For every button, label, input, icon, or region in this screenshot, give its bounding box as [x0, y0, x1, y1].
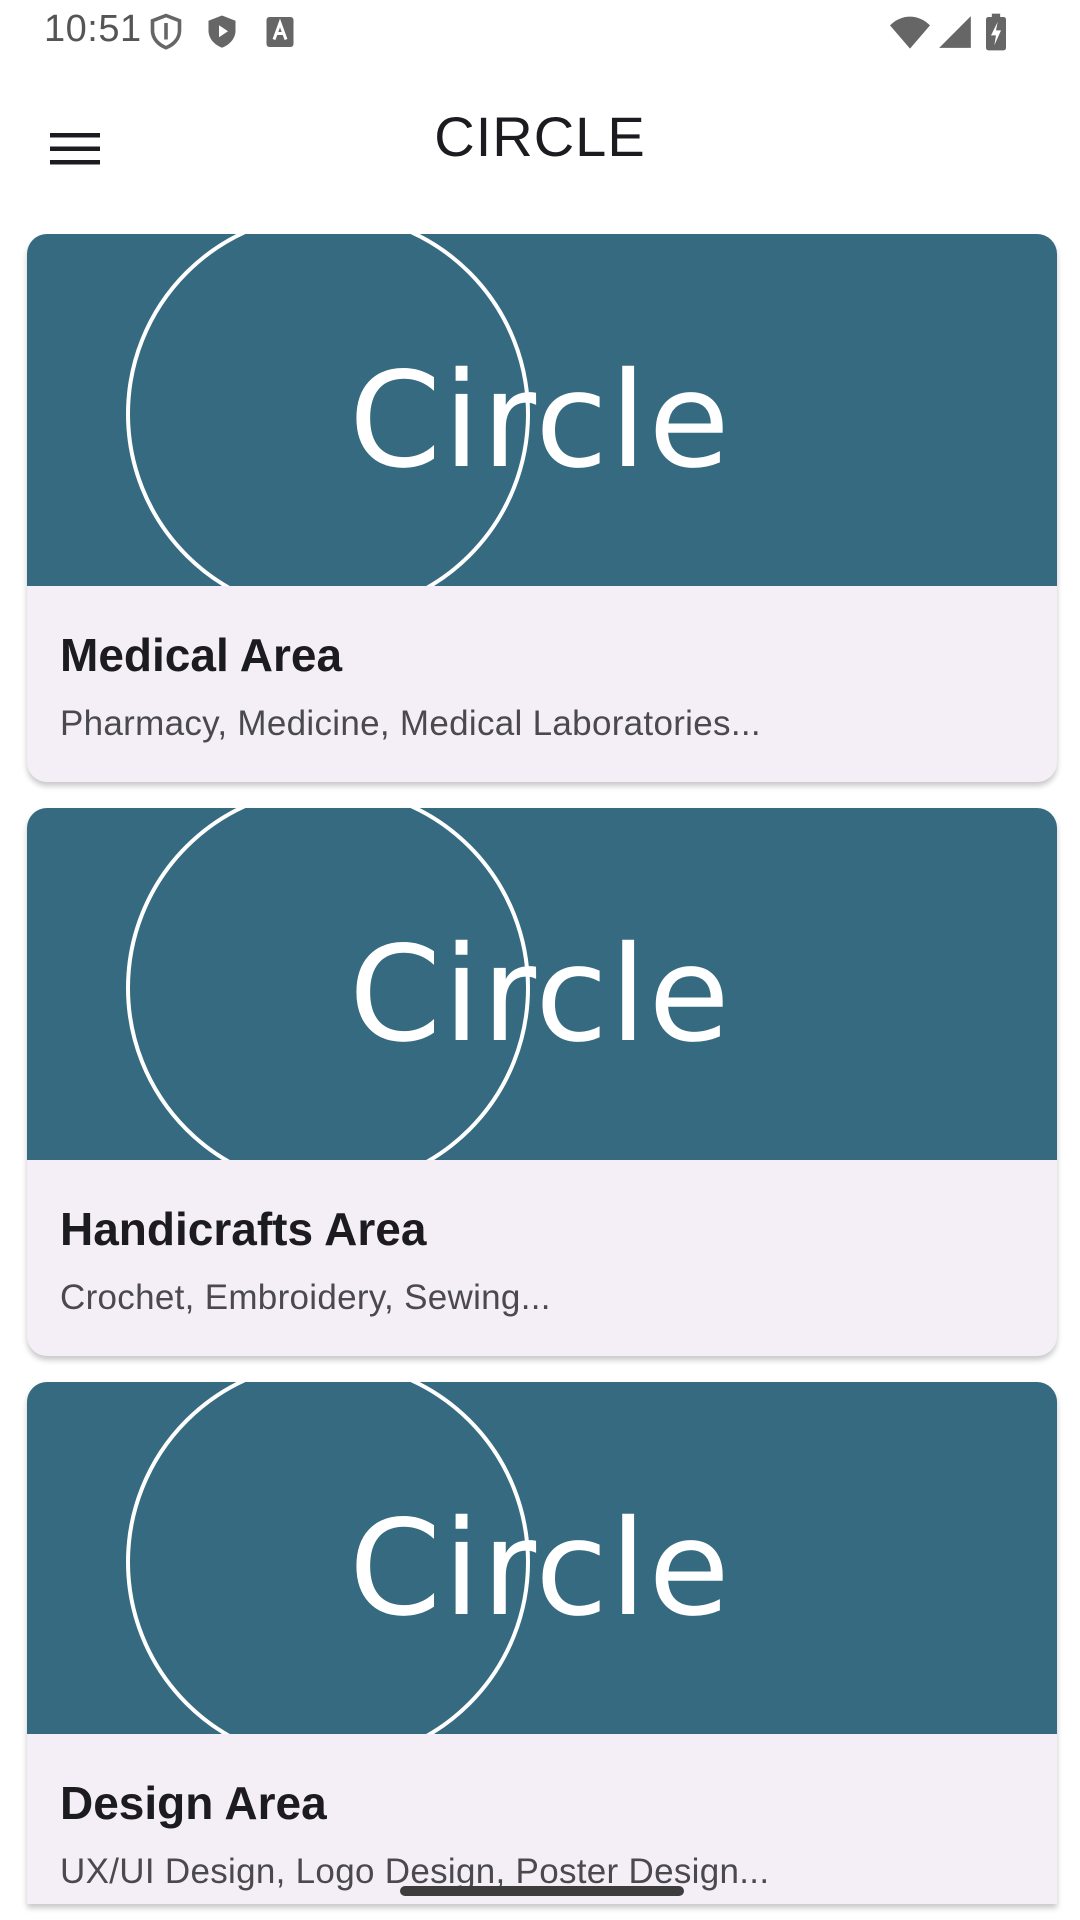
category-card-medical[interactable]: Circle Medical Area Pharmacy, Medicine, …	[27, 234, 1057, 782]
card-title: Design Area	[60, 1777, 327, 1829]
card-image: Circle	[27, 808, 1057, 1160]
shield-outline-icon	[150, 13, 182, 50]
logo-text: Circle	[349, 1492, 732, 1646]
wifi-icon	[890, 16, 930, 49]
card-subtitle: Crochet, Embroidery, Sewing...	[60, 1278, 551, 1317]
battery-charging-icon	[986, 13, 1006, 51]
card-subtitle: Pharmacy, Medicine, Medical Laboratories…	[60, 704, 761, 743]
card-image: Circle	[27, 234, 1057, 586]
status-bar: 10:51	[0, 0, 1080, 64]
circle-logo: Circle	[126, 1382, 732, 1734]
logo-text: Circle	[349, 918, 732, 1072]
card-title: Handicrafts Area	[60, 1203, 427, 1255]
circle-logo: Circle	[126, 234, 732, 586]
status-time: 10:51	[44, 8, 142, 50]
signal-icon	[939, 16, 971, 48]
logo-text: Circle	[349, 344, 732, 498]
home-indicator[interactable]	[400, 1886, 684, 1896]
card-image: Circle	[27, 1382, 1057, 1734]
card-title: Medical Area	[60, 629, 343, 681]
font-a-icon	[266, 17, 294, 47]
circle-logo: Circle	[126, 808, 732, 1160]
category-card-design[interactable]: Circle Design Area UX/UI Design, Logo De…	[27, 1382, 1057, 1904]
shield-play-icon	[208, 15, 236, 48]
category-card-handicrafts[interactable]: Circle Handicrafts Area Crochet, Embroid…	[27, 808, 1057, 1356]
app-bar: CIRCLE	[0, 64, 1080, 214]
app-title: CIRCLE	[434, 105, 646, 168]
